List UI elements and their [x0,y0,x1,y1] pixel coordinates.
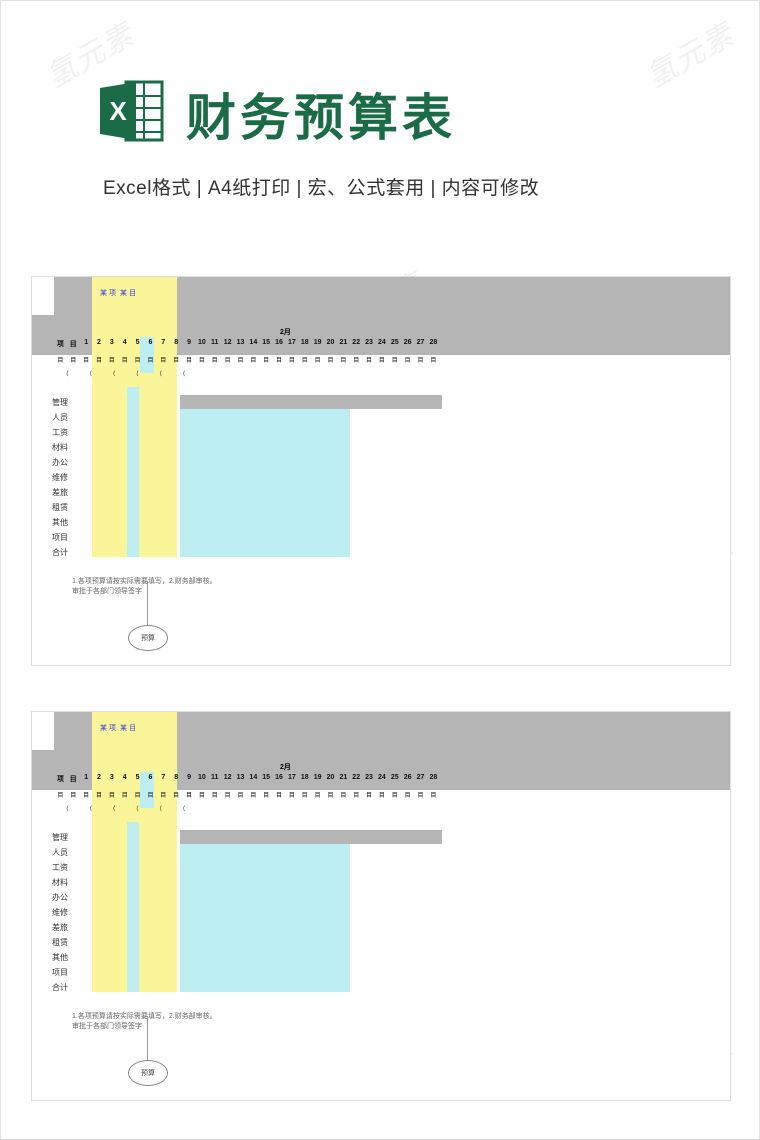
column-headers-1: 项目12345678910111213141516171819202122232… [54,774,440,786]
header: X 财务预算表 [1,1,759,151]
row-label: 管理 [52,395,68,410]
sheet: 某 项 某 目 2月 项目123456789101112131415161718… [32,277,730,665]
row-label: 租赁 [52,500,68,515]
footnote-line: 1.各项预算请按实际需要填写，2.财务部审核。 [72,577,217,587]
tab-connector [147,581,148,625]
sheet: 某 项 某 目 2月 项目123456789101112131415161718… [32,712,730,1100]
row-label: 项目 [52,965,68,980]
column-headers-3: （（（（（（ [54,369,194,381]
row-label: 合计 [52,980,68,995]
row-label: 工资 [52,860,68,875]
row-label: 工资 [52,425,68,440]
highlight-strip-cyan [127,822,139,992]
corner [32,712,54,750]
subtotal-row-bg [180,830,442,844]
corner [32,277,54,315]
excel-icon: X [96,76,166,151]
row-labels: 管理 人员 工资 材料 办公 维修 差旅 租赁 其他 项目 合计 [52,395,68,560]
spreadsheet-preview-2: 某 项 某 目 2月 项目123456789101112131415161718… [31,711,731,1101]
column-headers-2: 目目目目目目目目目目目目目目目目目目目目目目目目目目目目目目 [54,790,440,802]
header-label-b: 某 目 [120,724,136,733]
row-label: 维修 [52,905,68,920]
row-label: 合计 [52,545,68,560]
row-label: 材料 [52,875,68,890]
row-label: 办公 [52,455,68,470]
header-label-a: 某 项 [100,289,116,298]
row-labels: 管理 人员 工资 材料 办公 维修 差旅 租赁 其他 项目 合计 [52,830,68,995]
highlight-strip-cyan [127,387,139,557]
month-label: 2月 [280,762,291,772]
footnotes: 1.各项预算请按实际需要填写，2.财务部审核。 审批于各部门领导签字 [72,577,217,597]
header-label-b: 某 目 [120,289,136,298]
column-headers-3: （（（（（（ [54,804,194,816]
sheet-tab[interactable]: 预算 [128,1060,168,1086]
row-label: 管理 [52,830,68,845]
row-label: 维修 [52,470,68,485]
row-label: 人员 [52,410,68,425]
footnotes: 1.各项预算请按实际需要填写，2.财务部审核。 审批于各部门领导签字 [72,1012,217,1032]
footnote-line: 1.各项预算请按实际需要填写，2.财务部审核。 [72,1012,217,1022]
row-label: 其他 [52,515,68,530]
row-label: 差旅 [52,485,68,500]
spreadsheet-preview-1: 某 项 某 目 2月 项目123456789101112131415161718… [31,276,731,666]
tab-connector [147,1016,148,1060]
row-label: 差旅 [52,920,68,935]
page-title: 财务预算表 [186,78,456,150]
header-label-a: 某 项 [100,724,116,733]
sheet-tab[interactable]: 预算 [128,625,168,651]
footnote-line: 审批于各部门领导签字 [72,587,217,597]
row-label: 办公 [52,890,68,905]
subtotal-row-bg [180,395,442,409]
highlight-block-cyan [180,409,350,557]
highlight-block-cyan [180,844,350,992]
month-label: 2月 [280,327,291,337]
column-headers-2: 目目目目目目目目目目目目目目目目目目目目目目目目目目目目目目 [54,355,440,367]
page-subtitle: Excel格式 | A4纸打印 | 宏、公式套用 | 内容可修改 [1,151,759,200]
row-label: 人员 [52,845,68,860]
row-label: 项目 [52,530,68,545]
svg-text:X: X [109,96,127,126]
row-label: 其他 [52,950,68,965]
row-label: 材料 [52,440,68,455]
footnote-line: 审批于各部门领导签字 [72,1022,217,1032]
row-label: 租赁 [52,935,68,950]
column-headers-1: 项目12345678910111213141516171819202122232… [54,339,440,351]
